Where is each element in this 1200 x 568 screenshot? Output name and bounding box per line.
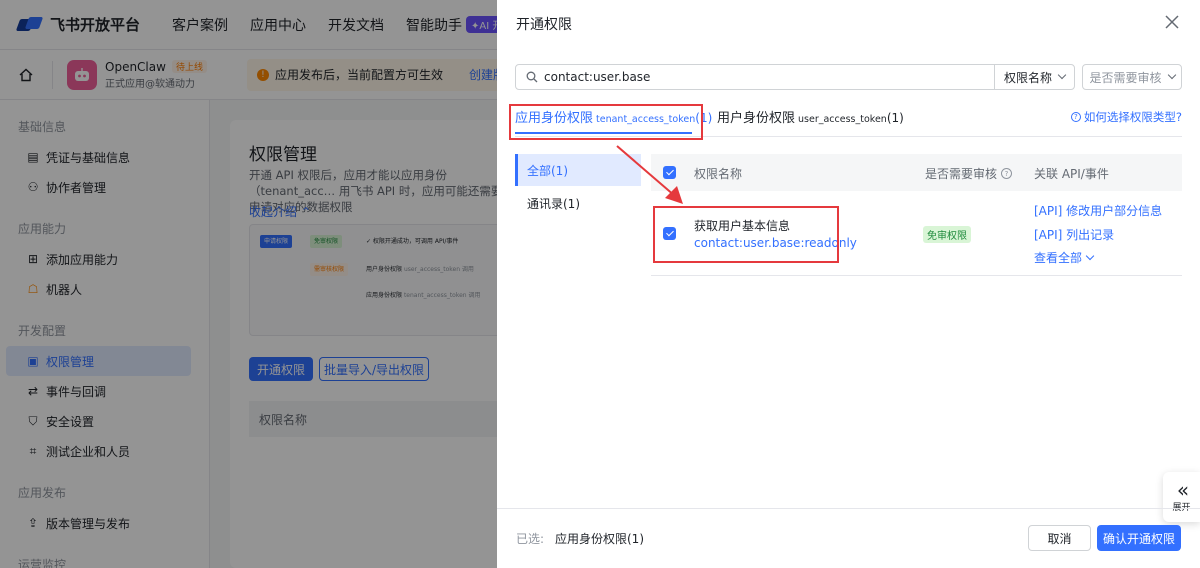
drawer-title: 开通权限	[516, 17, 572, 33]
column-header-api: 关联 API/事件	[1034, 167, 1109, 181]
column-header-audit-label: 是否需要审核	[925, 167, 998, 181]
confirm-open-permissions-button[interactable]: 确认开通权限	[1097, 525, 1181, 551]
tab-label: 用户身份权限	[717, 111, 796, 126]
category-all[interactable]: 全部(1)	[515, 154, 641, 186]
annotation-box-tenant-tab	[509, 104, 703, 140]
tab-user-permissions[interactable]: 用户身份权限 user_access_token (1)	[717, 107, 904, 126]
cancel-button[interactable]: 取消	[1028, 525, 1091, 551]
view-all-link[interactable]: 查看全部	[1034, 249, 1095, 266]
chevron-down-icon	[1167, 70, 1176, 80]
selected-label: 已选:	[516, 532, 545, 546]
chevron-down-icon	[1057, 70, 1067, 80]
column-header-audit: 是否需要审核?	[925, 165, 1013, 182]
category-list: 全部(1) 通讯录(1)	[515, 154, 641, 220]
selected-value: 应用身份权限(1)	[555, 532, 644, 546]
close-icon[interactable]	[1164, 14, 1180, 30]
search-field-label: 权限名称	[1003, 70, 1052, 85]
table-header: 权限名称 是否需要审核? 关联 API/事件	[651, 154, 1182, 191]
tab-count: (1)	[886, 111, 904, 125]
permission-search-bar: contact:user.base 权限名称	[515, 64, 1075, 90]
search-field-select[interactable]: 权限名称	[994, 65, 1074, 89]
api-link-list-records[interactable]: [API] 列出记录	[1034, 226, 1114, 243]
view-all-label: 查看全部	[1034, 251, 1083, 265]
question-icon[interactable]: ?	[1001, 168, 1013, 179]
api-link-update-user[interactable]: [API] 修改用户部分信息	[1034, 202, 1162, 219]
permission-type-help-link[interactable]: ? 如何选择权限类型?	[1070, 109, 1182, 125]
select-all-checkbox[interactable]	[663, 166, 676, 179]
search-input[interactable]: contact:user.base	[544, 70, 994, 84]
double-chevron-left-icon: «	[1176, 477, 1189, 502]
chevron-down-icon	[1085, 251, 1095, 260]
audit-filter-select[interactable]: 是否需要审核	[1082, 64, 1182, 90]
no-review-badge: 免审权限	[923, 226, 971, 243]
drawer-footer: 已选: 应用身份权限(1) 取消 确认开通权限	[497, 508, 1200, 568]
audit-filter-placeholder: 是否需要审核	[1089, 70, 1162, 85]
tab-token: user_access_token	[798, 114, 887, 125]
annotation-box-permission-row	[653, 206, 839, 263]
help-circle-icon: ?	[1070, 112, 1081, 122]
column-header-name: 权限名称	[694, 167, 743, 181]
open-permissions-drawer: 开通权限 contact:user.base 权限名称 是否需要审核 应用身份权…	[497, 0, 1200, 568]
category-contacts[interactable]: 通讯录(1)	[515, 187, 641, 219]
search-icon	[526, 71, 538, 83]
help-link-label: 如何选择权限类型?	[1083, 110, 1182, 124]
